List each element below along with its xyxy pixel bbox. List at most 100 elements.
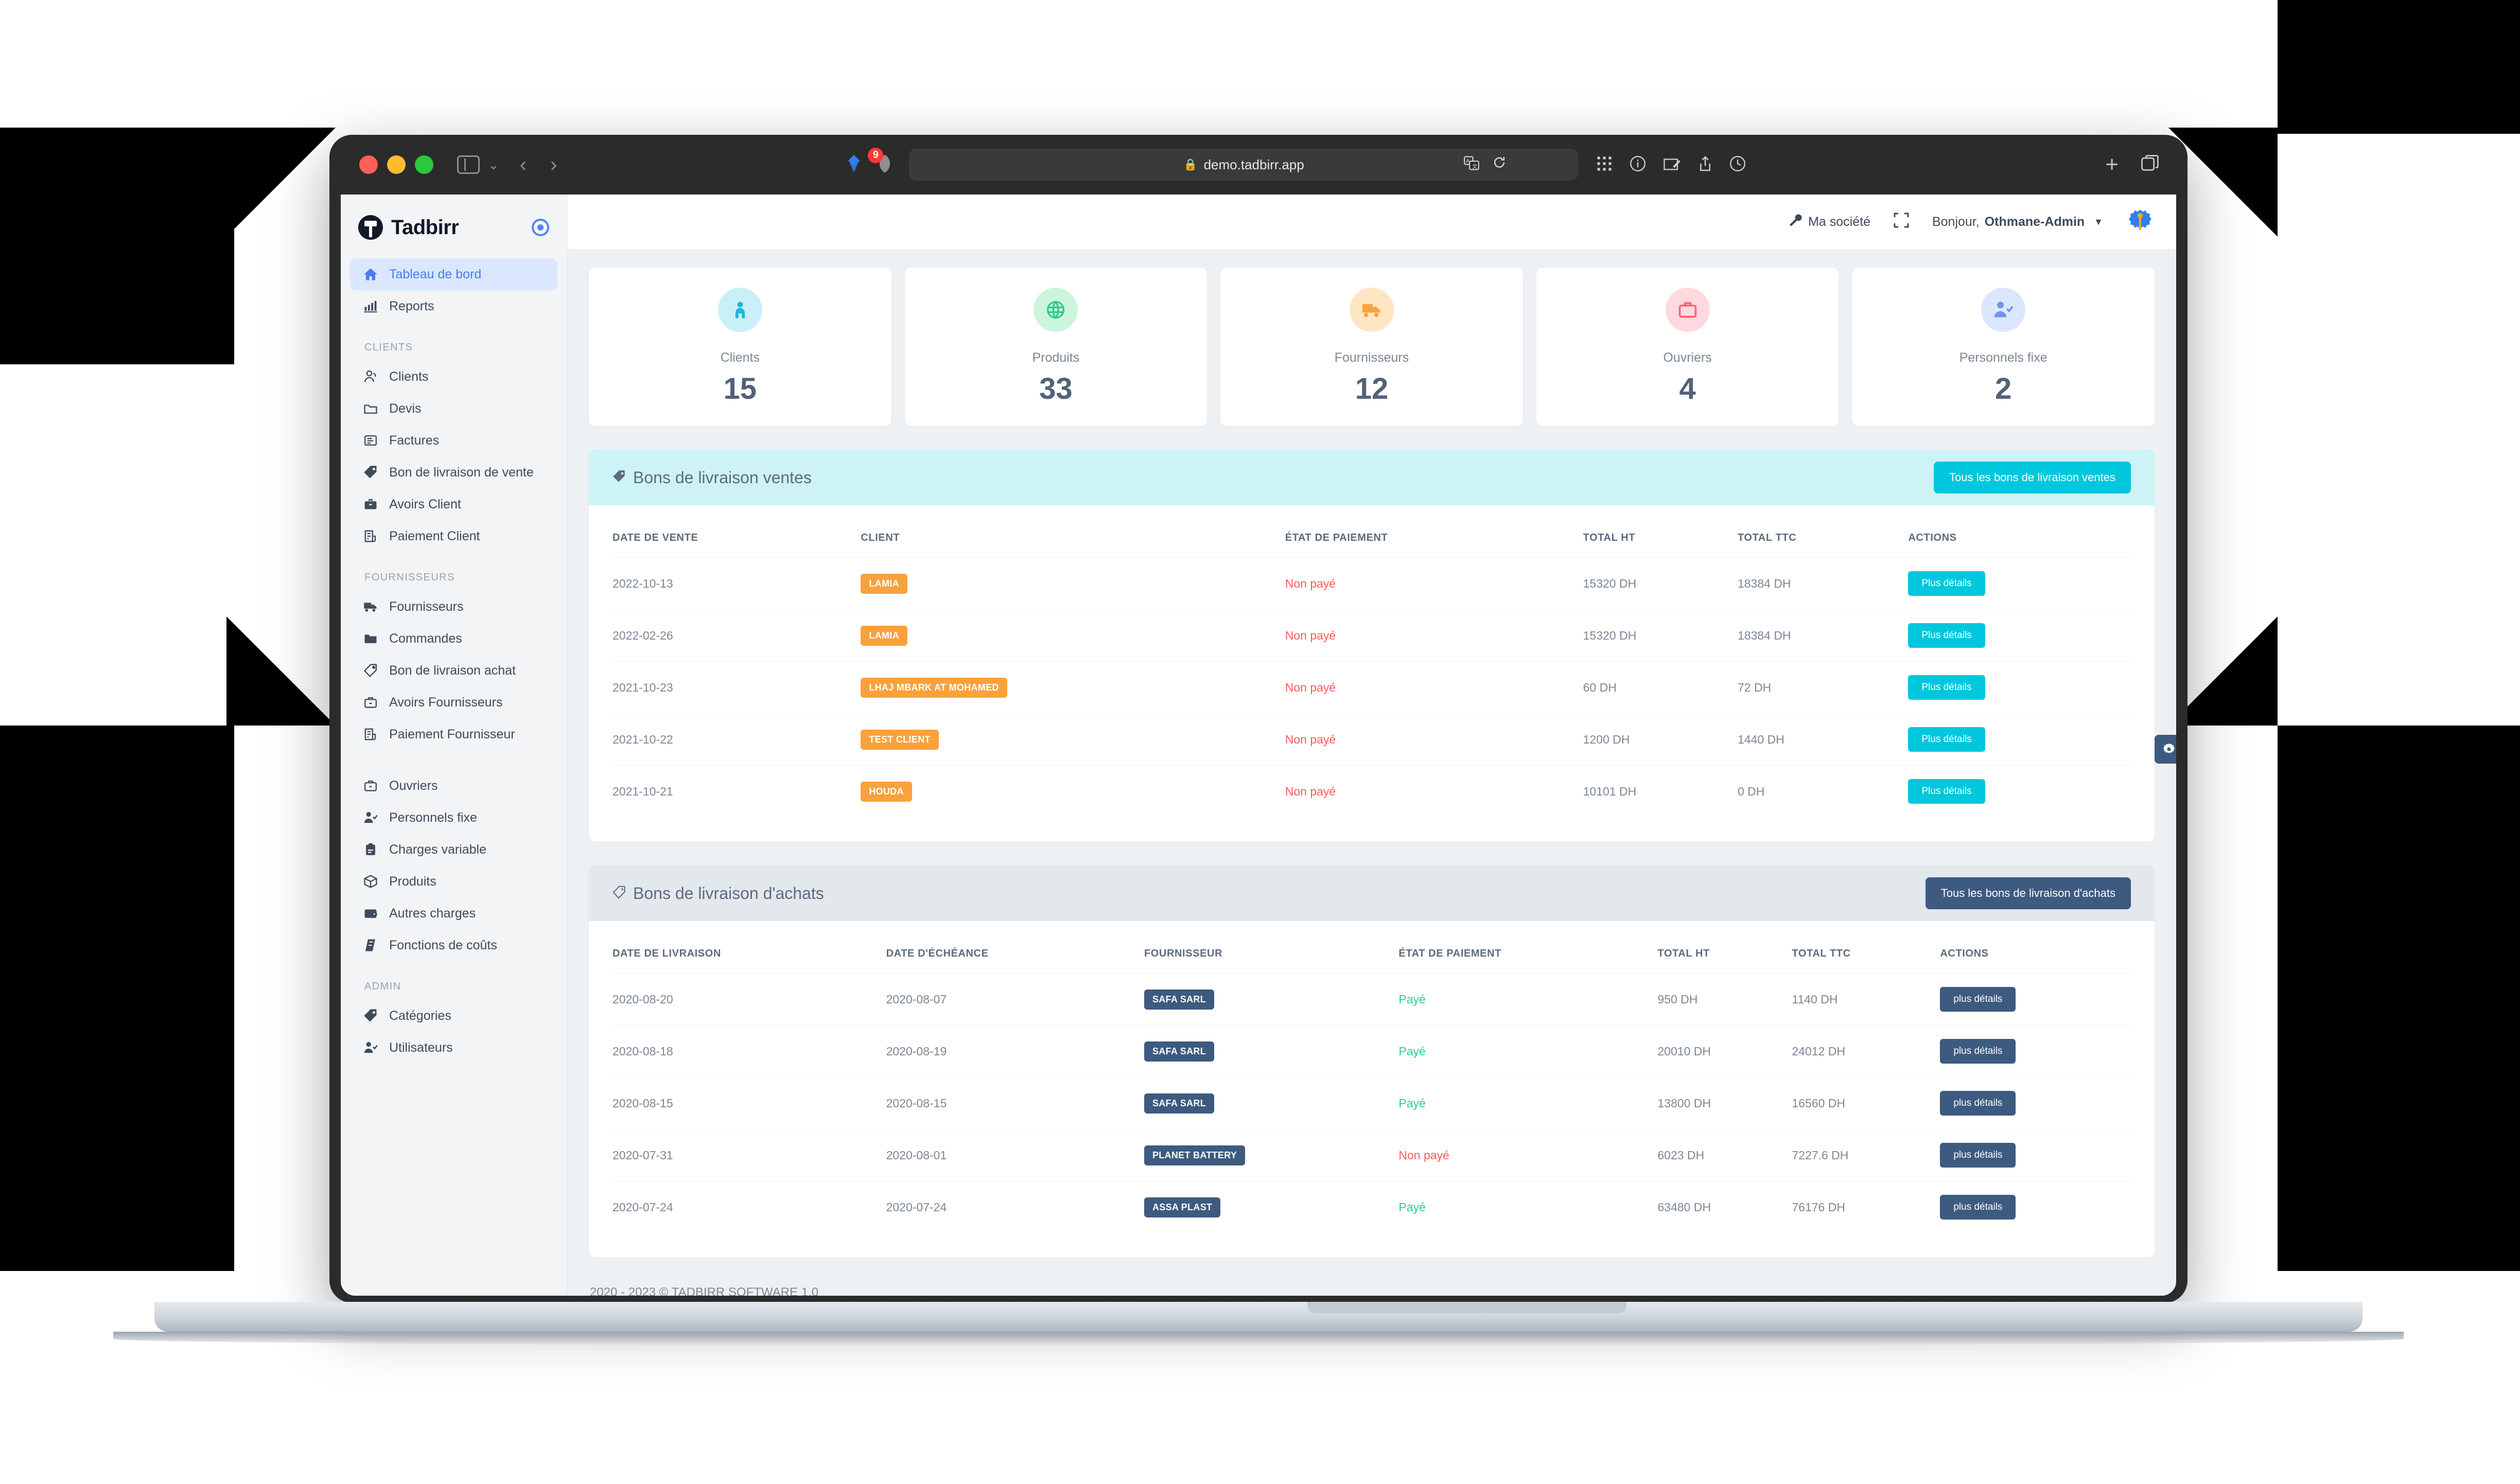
chevron-down-icon[interactable]: ⌄ bbox=[488, 157, 499, 173]
sidebar-item-produits[interactable]: Produits bbox=[350, 865, 557, 897]
user-check-icon bbox=[1981, 288, 2026, 332]
sidebar-item-charges-variable[interactable]: Charges variable bbox=[350, 834, 557, 865]
sidebar-item-bon-de-livraison-de-vente[interactable]: Bon de livraison de vente bbox=[350, 456, 557, 488]
sidebar-item-label: Produits bbox=[389, 874, 436, 889]
table-row: 2020-08-15 2020-08-15 SAFA SARL Payé 13800 D… bbox=[612, 1077, 2131, 1129]
chevron-down-icon[interactable]: ▼ bbox=[2094, 217, 2103, 227]
sidebar-item-label: Fournisseurs bbox=[389, 599, 464, 614]
sidebar-item-label: Commandes bbox=[389, 631, 462, 646]
sidebar-item-avoirs-client[interactable]: Avoirs Client bbox=[350, 488, 557, 520]
extension-diamond-icon[interactable] bbox=[845, 154, 863, 176]
stat-card-personnels-fixe[interactable]: Personnels fixe 2 bbox=[1852, 268, 2155, 426]
sidebar-item-fonctions-de-co-ts[interactable]: Fonctions de coûts bbox=[350, 929, 557, 961]
my-company-button[interactable]: Ma société bbox=[1789, 213, 1870, 231]
sidebar-item-autres-charges[interactable]: Autres charges bbox=[350, 897, 557, 929]
purchase-actions-cell: plus détails bbox=[1940, 1025, 2131, 1077]
sale-details-button[interactable]: Plus détails bbox=[1908, 623, 1985, 648]
sidebar-item-commandes[interactable]: Commandes bbox=[350, 623, 557, 655]
folder-outline-icon bbox=[363, 401, 386, 416]
apps-grid-icon[interactable] bbox=[1597, 156, 1612, 174]
fullscreen-button[interactable] bbox=[1893, 212, 1910, 232]
sidebar-item-factures[interactable]: Factures bbox=[350, 425, 557, 456]
sale-payment-status: Non payé bbox=[1285, 765, 1583, 817]
purchase-panel-title: Bons de livraison d'achats bbox=[633, 884, 824, 903]
sidebar-item-personnels-fixe[interactable]: Personnels fixe bbox=[350, 802, 557, 834]
edit-note-icon[interactable] bbox=[1664, 156, 1681, 174]
purchase-details-button[interactable]: plus détails bbox=[1940, 1039, 2016, 1064]
sidebar-section-fournisseurs: FOURNISSEURS bbox=[364, 572, 455, 583]
sidebar-item-reports[interactable]: Reports bbox=[350, 290, 557, 322]
supplier-chip: PLANET BATTERY bbox=[1144, 1145, 1246, 1165]
sale-details-button[interactable]: Plus détails bbox=[1908, 779, 1985, 804]
stat-card-value: 33 bbox=[1039, 372, 1073, 405]
column-header: DATE DE LIVRAISON bbox=[612, 948, 721, 959]
sale-details-button[interactable]: Plus détails bbox=[1908, 571, 1985, 596]
browser-sidebar-toggle-icon[interactable] bbox=[457, 155, 480, 174]
stat-card-label: Clients bbox=[720, 350, 760, 365]
stat-card-fournisseurs[interactable]: Fournisseurs 12 bbox=[1220, 268, 1523, 426]
sidebar-item-avoirs-fournisseurs[interactable]: Avoirs Fournisseurs bbox=[350, 686, 557, 718]
purchase-total-ttc: 16560 DH bbox=[1792, 1077, 1940, 1129]
sale-total-ttc: 72 DH bbox=[1737, 661, 1909, 714]
sidebar-item-devis[interactable]: Devis bbox=[350, 393, 557, 425]
browser-tab-controls[interactable]: + bbox=[2105, 153, 2159, 176]
purchase-details-button[interactable]: plus détails bbox=[1940, 1143, 2016, 1168]
sale-date: 2021-10-21 bbox=[612, 765, 861, 817]
brand[interactable]: Tadbirr bbox=[341, 195, 567, 240]
all-purchase-delivery-notes-button[interactable]: Tous les bons de livraison d'achats bbox=[1925, 877, 2131, 909]
sidebar-item-label: Bon de livraison de vente bbox=[389, 465, 534, 480]
zoom-window-button[interactable] bbox=[415, 155, 433, 174]
sidebar-item-bon-de-livraison-achat[interactable]: Bon de livraison achat bbox=[350, 655, 557, 686]
sidebar-item-paiement-fournisseur[interactable]: Paiement Fournisseur bbox=[350, 718, 557, 750]
all-sales-delivery-notes-button[interactable]: Tous les bons de livraison ventes bbox=[1934, 462, 2131, 493]
new-tab-icon[interactable]: + bbox=[2105, 153, 2119, 176]
sale-client-cell: HOUDA bbox=[861, 765, 1285, 817]
purchase-details-button[interactable]: plus détails bbox=[1940, 1195, 2016, 1220]
client-chip: TEST CLIENT bbox=[861, 729, 939, 750]
sale-details-button[interactable]: Plus détails bbox=[1908, 675, 1985, 700]
sidebar-item-cat-gories[interactable]: Catégories bbox=[350, 1000, 557, 1032]
stat-card-clients[interactable]: Clients 15 bbox=[589, 268, 891, 426]
stat-card-produits[interactable]: Produits 33 bbox=[904, 268, 1207, 426]
history-icon[interactable] bbox=[1729, 155, 1746, 174]
reload-icon[interactable] bbox=[1493, 156, 1506, 174]
sidebar-item-paiement-client[interactable]: Paiement Client bbox=[350, 520, 557, 552]
share-icon[interactable] bbox=[1699, 155, 1712, 174]
purchase-total-ht: 20010 DH bbox=[1657, 1025, 1792, 1077]
address-bar[interactable]: 🔒 demo.tadbirr.app A文 bbox=[909, 149, 1579, 181]
sidebar-item-clients[interactable]: Clients bbox=[350, 361, 557, 393]
user-menu[interactable]: Bonjour, Othmane-Admin ▼ bbox=[1932, 215, 2103, 229]
translate-icon[interactable]: A文 bbox=[1464, 156, 1480, 174]
purchase-actions-cell: plus détails bbox=[1940, 973, 2131, 1026]
stat-card-ouvriers[interactable]: Ouvriers 4 bbox=[1536, 268, 1839, 426]
client-chip: LHAJ MBARK AT MOHAMED bbox=[861, 677, 1007, 698]
browser-extensions[interactable]: 9 bbox=[845, 147, 891, 176]
purchase-details-button[interactable]: plus détails bbox=[1940, 987, 2016, 1012]
table-row: 2021-10-22 TEST CLIENT Non payé 1200 DH 1440… bbox=[612, 713, 2131, 766]
close-window-button[interactable] bbox=[359, 155, 378, 174]
tag-outline-icon bbox=[612, 884, 626, 903]
gear-wrench-avatar-icon bbox=[2128, 209, 2152, 231]
sale-total-ttc: 0 DH bbox=[1737, 765, 1909, 817]
stat-card-label: Produits bbox=[1032, 350, 1080, 365]
sidebar-item-ouvriers[interactable]: Ouvriers bbox=[350, 770, 557, 802]
info-icon[interactable] bbox=[1630, 155, 1646, 174]
settings-fab-button[interactable] bbox=[2155, 735, 2176, 764]
browser-nav-arrows[interactable]: ‹ › bbox=[520, 153, 557, 176]
sales-panel-title: Bons de livraison ventes bbox=[633, 468, 812, 487]
sidebar-item-utilisateurs[interactable]: Utilisateurs bbox=[350, 1032, 557, 1064]
tab-overview-icon[interactable] bbox=[2141, 154, 2159, 175]
sale-details-button[interactable]: Plus détails bbox=[1908, 727, 1985, 752]
back-arrow-icon[interactable]: ‹ bbox=[520, 153, 527, 176]
window-traffic-lights[interactable] bbox=[359, 155, 433, 174]
forward-arrow-icon[interactable]: › bbox=[550, 153, 557, 176]
avatar[interactable] bbox=[2126, 207, 2155, 236]
my-company-label: Ma société bbox=[1808, 214, 1870, 229]
sidebar-item-tableau-de-bord[interactable]: Tableau de bord bbox=[350, 258, 557, 290]
minimize-window-button[interactable] bbox=[387, 155, 406, 174]
browser-right-icons[interactable] bbox=[1597, 155, 1746, 174]
table-row: 2022-02-26 LAMIA Non payé 15320 DH 18384 DH P… bbox=[612, 609, 2131, 662]
sidebar-collapse-button[interactable] bbox=[532, 219, 549, 236]
purchase-details-button[interactable]: plus détails bbox=[1940, 1091, 2016, 1116]
sidebar-item-fournisseurs[interactable]: Fournisseurs bbox=[350, 591, 557, 623]
